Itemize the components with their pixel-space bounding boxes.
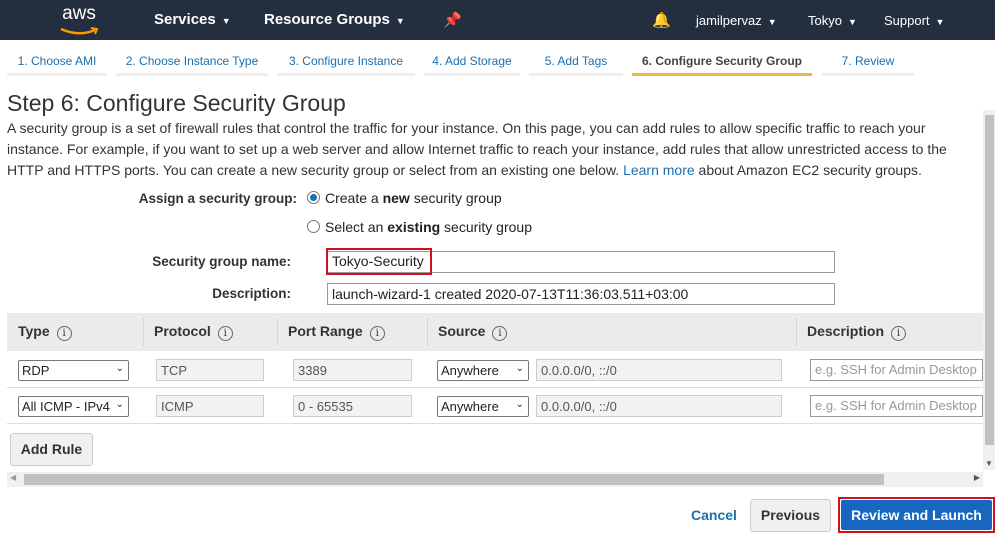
info-icon[interactable]: i: [56, 326, 72, 341]
cancel-link[interactable]: Cancel: [691, 507, 737, 523]
learn-more-link[interactable]: Learn more: [623, 162, 695, 178]
wizard-steps: 1. Choose AMI 2. Choose Instance Type 3.…: [0, 40, 995, 76]
cidr-field[interactable]: 0.0.0.0/0, ::/0: [536, 359, 782, 381]
info-icon[interactable]: i: [217, 326, 233, 341]
radio-select-existing[interactable]: [307, 220, 320, 233]
tab-configure-security-group[interactable]: 6. Configure Security Group: [632, 40, 812, 76]
port-range-field: 0 - 65535: [293, 395, 412, 417]
horizontal-scrollbar[interactable]: ◀ ▶: [7, 472, 983, 487]
review-and-launch-button[interactable]: Review and Launch: [841, 500, 992, 530]
select-existing-label: Select an existing security group: [325, 219, 532, 235]
region-menu[interactable]: Tokyo ▼: [808, 13, 857, 28]
source-select[interactable]: Anywhere ⌄: [437, 396, 529, 417]
port-range-field: 3389: [293, 359, 412, 381]
chevron-down-icon: ⌄: [115, 363, 124, 374]
smile-icon: [60, 27, 99, 35]
col-protocol: Protocol i: [154, 323, 233, 341]
info-icon[interactable]: i: [369, 326, 385, 341]
tab-choose-instance-type[interactable]: 2. Choose Instance Type: [116, 40, 268, 76]
chevron-down-icon: ▼: [935, 17, 945, 27]
tab-choose-ami[interactable]: 1. Choose AMI: [7, 40, 107, 76]
tab-configure-instance[interactable]: 3. Configure Instance: [277, 40, 415, 76]
col-source: Source i: [438, 323, 508, 341]
previous-button[interactable]: Previous: [750, 499, 831, 532]
source-select[interactable]: Anywhere ⌄: [437, 360, 529, 381]
chevron-down-icon: ⌄: [515, 363, 524, 374]
protocol-field: TCP: [156, 359, 264, 381]
tab-add-storage[interactable]: 4. Add Storage: [424, 40, 520, 76]
type-select[interactable]: RDP ⌄: [18, 360, 129, 381]
review-highlight: Review and Launch: [838, 497, 995, 533]
description-label: Description:: [212, 286, 291, 301]
chevron-down-icon: ▼: [767, 17, 777, 27]
description-field[interactable]: e.g. SSH for Admin Desktop: [810, 395, 983, 417]
user-menu[interactable]: jamilpervaz ▼: [696, 13, 777, 28]
scrollbar-thumb[interactable]: [24, 474, 884, 485]
type-select[interactable]: All ICMP - IPv4 ⌄: [18, 396, 129, 417]
chevron-down-icon: ▼: [221, 16, 231, 26]
chevron-down-icon: ⌄: [515, 399, 524, 410]
description-field[interactable]: e.g. SSH for Admin Desktop: [810, 359, 983, 381]
intro-text: A security group is a set of firewall ru…: [7, 120, 947, 178]
rules-table-header: Type i Protocol i Port Range i Source i Desc…: [7, 313, 983, 351]
chevron-down-icon: ⌄: [115, 399, 124, 410]
security-group-name-value[interactable]: Tokyo-Security: [326, 248, 432, 275]
radio-create-new[interactable]: [307, 191, 320, 204]
top-nav: aws Services ▼ Resource Groups ▼ 📌 🔔 jamil…: [0, 0, 995, 40]
chevron-down-icon: ▼: [395, 16, 405, 26]
protocol-field: ICMP: [156, 395, 264, 417]
name-label: Security group name:: [152, 254, 291, 269]
tab-add-tags[interactable]: 5. Add Tags: [529, 40, 623, 76]
resource-groups-menu[interactable]: Resource Groups ▼: [264, 11, 405, 28]
info-icon[interactable]: i: [492, 326, 508, 341]
chevron-down-icon: ▼: [847, 17, 857, 27]
scrollbar-thumb[interactable]: [985, 115, 994, 445]
description-input[interactable]: launch-wizard-1 created 2020-07-13T11:36…: [327, 283, 835, 305]
info-icon[interactable]: i: [891, 326, 907, 341]
table-row: RDP ⌄ TCP 3389 Anywhere ⌄ 0.0.0.0/0, ::/0 …: [7, 352, 983, 388]
pin-icon[interactable]: 📌: [443, 11, 462, 29]
assign-label: Assign a security group:: [138, 191, 297, 206]
add-rule-button[interactable]: Add Rule: [10, 433, 93, 466]
table-row: All ICMP - IPv4 ⌄ ICMP 0 - 65535 Anywhere…: [7, 388, 983, 424]
page-title: Step 6: Configure Security Group: [7, 90, 346, 116]
vertical-scrollbar[interactable]: ▼: [983, 110, 995, 470]
bell-icon[interactable]: 🔔: [652, 11, 671, 29]
col-description: Description i: [807, 323, 907, 341]
create-new-label: Create a new security group: [325, 190, 502, 206]
cidr-field[interactable]: 0.0.0.0/0, ::/0: [536, 395, 782, 417]
tab-review[interactable]: 7. Review: [822, 40, 914, 76]
services-menu[interactable]: Services ▼: [154, 11, 231, 28]
col-port-range: Port Range i: [288, 323, 385, 341]
aws-logo[interactable]: aws: [57, 4, 101, 36]
col-type: Type i: [18, 323, 72, 341]
support-menu[interactable]: Support ▼: [884, 13, 944, 28]
